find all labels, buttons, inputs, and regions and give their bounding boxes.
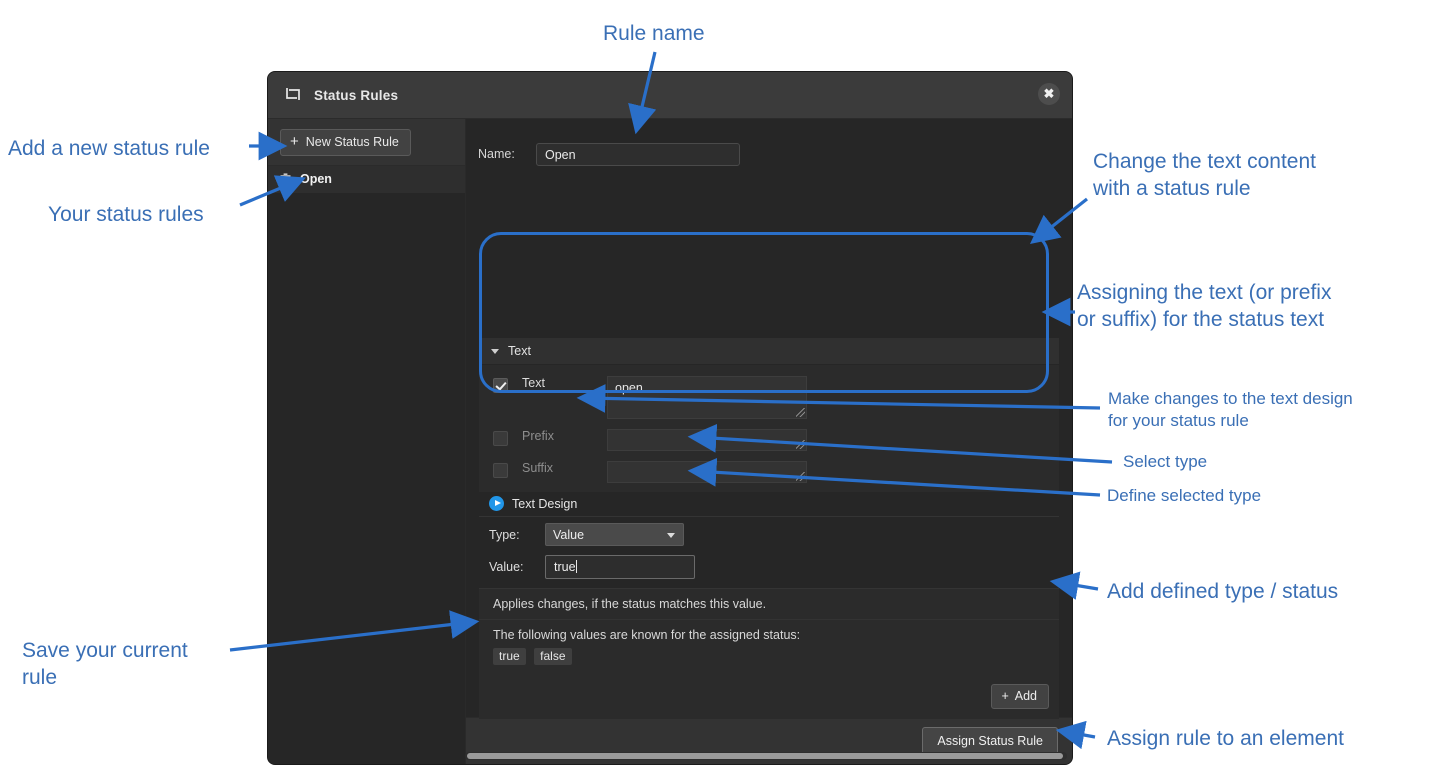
text-checkbox[interactable] xyxy=(493,378,508,393)
suffix-field-row: Suffix xyxy=(479,461,1059,483)
value-input-text: true xyxy=(554,560,576,574)
suffix-textarea[interactable] xyxy=(607,461,807,483)
prefix-checkbox[interactable] xyxy=(493,431,508,446)
info-line-applies: Applies changes, if the status matches t… xyxy=(479,589,1059,620)
text-design-section-header[interactable]: Text Design xyxy=(479,492,1059,517)
annotation-change-text-content: Change the text content with a status ru… xyxy=(1093,150,1316,200)
info-line-known: The following values are known for the a… xyxy=(479,620,1059,675)
scrollbar-thumb[interactable] xyxy=(467,753,1063,759)
horizontal-scrollbar[interactable] xyxy=(465,752,1067,760)
text-field-label: Text xyxy=(522,376,545,390)
sidebar: + New Status Rule Open xyxy=(268,119,466,764)
text-textarea[interactable]: open xyxy=(607,376,807,419)
status-rule-list: Open xyxy=(268,166,465,764)
annotation-define-selected-type: Define selected type xyxy=(1107,486,1262,505)
value-label: Value: xyxy=(489,560,524,574)
suffix-checkbox[interactable] xyxy=(493,463,508,478)
annotation-assigning-the-text: Assigning the text (or prefix or suffix)… xyxy=(1077,281,1332,331)
type-row: Type: Value xyxy=(479,523,1059,546)
window-title: Status Rules xyxy=(314,87,399,103)
text-field-row: Text open xyxy=(479,376,1059,419)
annotation-rule-name: Rule name xyxy=(603,22,705,45)
annotation-select-type: Select type xyxy=(1123,452,1208,471)
type-value-block: Type: Value Value: true Applies changes,… xyxy=(479,523,1059,719)
plus-icon: + xyxy=(290,133,299,150)
text-cursor xyxy=(575,560,577,573)
close-icon[interactable]: ✖ xyxy=(1038,83,1060,105)
type-label: Type: xyxy=(489,527,520,542)
window-body: + New Status Rule Open Name: Open Text T… xyxy=(268,119,1072,764)
annotation-add-defined-type: Add defined type / status xyxy=(1107,580,1339,603)
annotation-assign-rule-to-element: Assign rule to an element xyxy=(1107,727,1344,750)
prefix-textarea[interactable] xyxy=(607,429,807,451)
sidebar-toolbar: + New Status Rule xyxy=(268,119,465,166)
crop-icon xyxy=(284,87,302,103)
name-label: Name: xyxy=(478,147,515,161)
info-box: Applies changes, if the status matches t… xyxy=(479,588,1059,719)
prefix-field-label: Prefix xyxy=(522,429,554,443)
text-section: Text Text open Prefix Suffix xyxy=(479,338,1059,496)
new-status-rule-button[interactable]: + New Status Rule xyxy=(280,129,411,156)
value-input[interactable]: true xyxy=(545,555,695,579)
name-row: Name: Open xyxy=(466,119,1072,175)
add-button[interactable]: + Add xyxy=(991,684,1049,709)
add-row: + Add xyxy=(479,675,1059,719)
main-pane: Name: Open Text Text open Prefix Suffix … xyxy=(466,119,1072,764)
status-rules-window: Status Rules ✖ + New Status Rule Open Na… xyxy=(268,72,1072,764)
window-titlebar: Status Rules ✖ xyxy=(268,72,1072,119)
text-section-header[interactable]: Text xyxy=(479,338,1059,365)
annotation-save-your-current-rule: Save your current rule xyxy=(22,639,188,689)
type-select[interactable]: Value xyxy=(545,523,684,546)
prefix-field-row: Prefix xyxy=(479,429,1059,451)
known-values-label: The following values are known for the a… xyxy=(493,628,801,642)
add-button-label: Add xyxy=(1014,689,1037,703)
type-select-value: Value xyxy=(553,527,585,542)
list-item-label: Open xyxy=(300,172,332,186)
plus-icon: + xyxy=(1001,689,1009,703)
new-status-rule-label: New Status Rule xyxy=(305,135,399,149)
chevron-down-icon xyxy=(491,348,499,354)
list-item[interactable]: Open xyxy=(268,166,465,193)
play-circle-icon xyxy=(489,496,504,511)
trash-icon[interactable] xyxy=(280,172,291,186)
chevron-down-icon xyxy=(667,533,675,538)
annotation-your-status-rules: Your status rules xyxy=(48,203,204,226)
annotation-make-changes-text-design: Make changes to the text design for your… xyxy=(1108,389,1353,430)
value-row: Value: true xyxy=(479,555,1059,579)
text-section-title: Text xyxy=(508,344,531,358)
settings-scroll-area: Text Text open Prefix Suffix Text Design… xyxy=(466,175,1072,719)
known-values-chips: true false xyxy=(493,648,1047,665)
suffix-field-label: Suffix xyxy=(522,461,554,475)
text-section-body: Text open Prefix Suffix xyxy=(479,365,1059,496)
annotation-add-new-status-rule: Add a new status rule xyxy=(8,137,210,160)
text-design-label: Text Design xyxy=(512,496,578,511)
known-value-chip[interactable]: false xyxy=(534,648,572,665)
known-value-chip[interactable]: true xyxy=(493,648,526,665)
rule-name-input[interactable]: Open xyxy=(536,142,740,166)
